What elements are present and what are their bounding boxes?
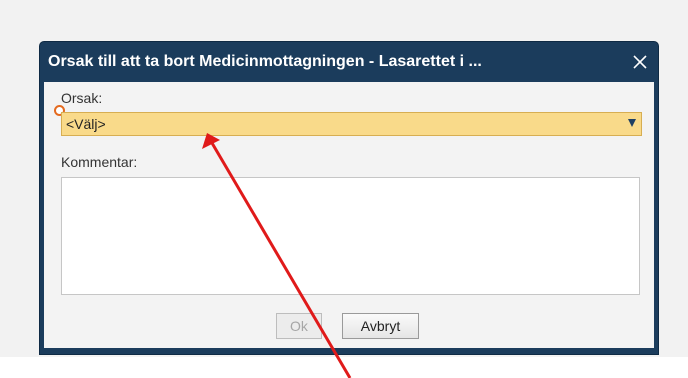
comment-textarea[interactable] bbox=[61, 177, 640, 295]
cancel-button[interactable]: Avbryt bbox=[342, 313, 419, 339]
reason-select-value: <Välj> bbox=[66, 116, 106, 132]
close-icon bbox=[633, 55, 647, 69]
page-bottom-strip bbox=[0, 357, 688, 378]
chevron-down-icon[interactable] bbox=[628, 119, 636, 127]
comment-label: Kommentar: bbox=[61, 154, 138, 170]
dialog-titlebar: Orsak till att ta bort Medicinmottagning… bbox=[40, 42, 658, 82]
dialog-content: Orsak: <Välj> Kommentar: Ok Avbryt bbox=[44, 82, 654, 348]
close-button[interactable] bbox=[628, 50, 652, 74]
reason-label: Orsak: bbox=[61, 90, 103, 106]
dialog-title: Orsak till att ta bort Medicinmottagning… bbox=[48, 53, 482, 70]
remove-reason-dialog: Orsak till att ta bort Medicinmottagning… bbox=[40, 42, 658, 354]
ok-button[interactable]: Ok bbox=[276, 313, 322, 339]
reason-select[interactable]: <Välj> bbox=[61, 112, 642, 136]
